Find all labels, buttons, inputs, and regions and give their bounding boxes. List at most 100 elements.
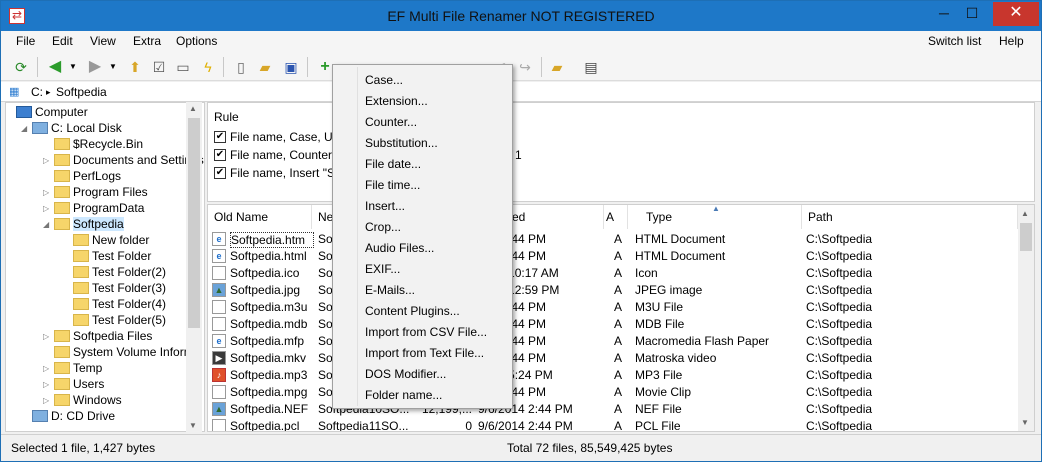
menu-item[interactable]: EXIF... [365, 262, 400, 276]
tree-node[interactable]: Test Folder(5) [73, 313, 166, 329]
menu-item[interactable]: E-Mails... [365, 283, 415, 297]
open-folder-icon[interactable]: ▰ [255, 57, 275, 77]
col-attr[interactable]: A [604, 205, 628, 229]
new-file-icon[interactable]: ▯ [231, 57, 251, 77]
tree-node[interactable]: Test Folder(2) [73, 265, 166, 281]
save-icon[interactable]: ▣ [281, 57, 301, 77]
refresh-icon[interactable]: ⟳ [11, 57, 31, 77]
menu-extra[interactable]: Extra [133, 34, 161, 48]
lightning-icon[interactable]: ϟ [198, 57, 218, 77]
menu-item[interactable]: Counter... [365, 115, 417, 129]
file-row[interactable]: ▲ Softpedia.jpg So 2014 12:59 PM A JPEG image… [208, 282, 1018, 299]
tree-node[interactable]: ◢ Softpedia [43, 217, 124, 233]
menu-view[interactable]: View [90, 34, 116, 48]
menu-item[interactable]: Substitution... [365, 136, 438, 150]
menu-item[interactable]: Insert... [365, 199, 405, 213]
tree-node[interactable]: ▷ Softpedia Files [43, 329, 152, 345]
col-type[interactable]: Type ▲ [628, 205, 802, 229]
tree-node[interactable]: ▷ ProgramData [43, 201, 144, 217]
scroll-down-icon[interactable]: ▼ [189, 421, 197, 430]
menu-item[interactable]: Folder name... [365, 388, 442, 402]
file-row[interactable]: eSoftpedia.htmlSo014 2:44 PMAHTML Docume… [208, 248, 1018, 265]
col-path[interactable]: Path [802, 205, 1018, 229]
file-row[interactable]: Softpedia.m3uSo014 2:44 PMAM3U FileC:\So… [208, 299, 1018, 316]
tree-node[interactable]: D: CD Drive [32, 409, 115, 425]
file-row[interactable]: eSoftpedia.mfpSo014 2:44 PMAMacromedia F… [208, 333, 1018, 350]
menu-item[interactable]: Case... [365, 73, 403, 87]
menu-item[interactable]: Audio Files... [365, 241, 434, 255]
menu-item[interactable]: Import from CSV File... [365, 325, 487, 339]
tree-node[interactable]: Computer [16, 105, 88, 121]
rule-checkbox[interactable]: ✔ [214, 148, 226, 161]
menu-file[interactable]: File [16, 34, 35, 48]
checklist-icon[interactable]: ☑ [149, 57, 169, 77]
menu-item[interactable]: DOS Modifier... [365, 367, 446, 381]
menu-help[interactable]: Help [999, 34, 1024, 48]
file-row[interactable]: eSoftpedia.htmSo014 2:44 PMAHTML Documen… [208, 231, 1018, 248]
back-icon[interactable]: ◀ [45, 57, 65, 77]
col-old-name[interactable]: Old Name [208, 205, 312, 229]
collapsed-arrow-icon[interactable]: ▷ [43, 364, 49, 373]
file-row[interactable]: Softpedia.mdbSo014 2:44 PMAMDB FileC:\So… [208, 316, 1018, 333]
tree-node[interactable]: Test Folder(4) [73, 297, 166, 313]
folder-icon[interactable]: ▰ [547, 57, 567, 77]
tree-node[interactable]: ◢ C: Local Disk [21, 121, 122, 137]
expanded-arrow-icon[interactable]: ◢ [21, 124, 27, 133]
menu-options[interactable]: Options [176, 34, 217, 48]
collapsed-arrow-icon[interactable]: ▷ [43, 332, 49, 341]
rule-checkbox[interactable]: ✔ [214, 130, 226, 143]
menu-item[interactable]: File date... [365, 157, 421, 171]
back-dropdown-icon[interactable]: ▼ [63, 57, 83, 77]
menu-edit[interactable]: Edit [52, 34, 73, 48]
path-folder[interactable]: Softpedia [56, 85, 107, 99]
rule-item[interactable]: ✔ File name, Counter, a [214, 148, 345, 162]
close-button[interactable]: ✕ [993, 2, 1039, 26]
forward-dropdown-icon[interactable]: ▼ [103, 57, 123, 77]
menu-item[interactable]: Crop... [365, 220, 401, 234]
menu-item[interactable]: Content Plugins... [365, 304, 460, 318]
collapsed-arrow-icon[interactable]: ▷ [43, 188, 49, 197]
tree-node[interactable]: ▷ Windows [43, 393, 122, 409]
tree-node[interactable]: ▷ Documents and Settings [43, 153, 204, 169]
expanded-arrow-icon[interactable]: ◢ [43, 220, 49, 229]
redo-icon[interactable]: ↪ [515, 57, 535, 77]
tree-node[interactable]: ▷ Users [43, 377, 104, 393]
tree-node[interactable]: Test Folder(3) [73, 281, 166, 297]
folder-up-icon[interactable]: ⬆ [125, 57, 145, 77]
file-row[interactable]: Softpedia.pcl Softpedia11SO... 0 9/6/2014 2… [208, 418, 1018, 431]
book-icon[interactable]: ▭ [173, 57, 193, 77]
file-row[interactable]: ▲ Softpedia.NEF Softpedia10SO... 12,199,...… [208, 401, 1018, 418]
menu-item[interactable]: Extension... [365, 94, 428, 108]
tree-node[interactable]: New folder [73, 233, 149, 249]
scroll-up-icon[interactable]: ▲ [189, 104, 197, 113]
collapsed-arrow-icon[interactable]: ▷ [43, 380, 49, 389]
minimize-button[interactable]: ─ [931, 2, 957, 26]
tree-node[interactable]: $Recycle.Bin [54, 137, 143, 153]
collapsed-arrow-icon[interactable]: ▷ [43, 204, 49, 213]
files-scrollbar[interactable]: ▲ ▼ [1018, 205, 1034, 431]
files-scroll-thumb[interactable] [1020, 223, 1032, 251]
menu-switch-list[interactable]: Switch list [928, 34, 981, 48]
tree-node[interactable]: ▷ Temp [43, 361, 102, 377]
file-row[interactable]: Softpedia.mpgSo014 2:44 PMAMovie ClipC:\… [208, 384, 1018, 401]
tree-scroll-thumb[interactable] [188, 118, 200, 328]
file-row[interactable]: ♪ Softpedia.mp3 So 2015 5:24 PM A MP3 File C:\… [208, 367, 1018, 384]
collapsed-arrow-icon[interactable]: ▷ [43, 396, 49, 405]
path-drive[interactable]: C: [31, 85, 43, 99]
menu-item[interactable]: Import from Text File... [365, 346, 484, 360]
tree-node[interactable]: Test Folder [73, 249, 151, 265]
export-icon[interactable]: ▤ [581, 57, 601, 77]
scroll-down-icon[interactable]: ▼ [1021, 418, 1029, 427]
maximize-button[interactable]: ☐ [959, 2, 985, 26]
menu-item[interactable]: File time... [365, 178, 420, 192]
file-row[interactable]: ▶Softpedia.mkvSo014 2:44 PMAMatroska vid… [208, 350, 1018, 367]
rule-item[interactable]: ✔ File name, Case, UPP [214, 130, 349, 144]
tree-scrollbar[interactable]: ▲ ▼ [186, 102, 202, 432]
tree-node[interactable]: PerfLogs [54, 169, 121, 185]
tree-node[interactable]: ▷ Program Files [43, 185, 148, 201]
tree-node[interactable]: System Volume Informa [54, 345, 200, 361]
rule-checkbox[interactable]: ✔ [214, 166, 226, 179]
scroll-up-icon[interactable]: ▲ [1021, 209, 1029, 218]
forward-icon[interactable]: ▶ [85, 57, 105, 77]
rule-item[interactable]: ✔ File name, Insert "Sof [214, 166, 345, 180]
